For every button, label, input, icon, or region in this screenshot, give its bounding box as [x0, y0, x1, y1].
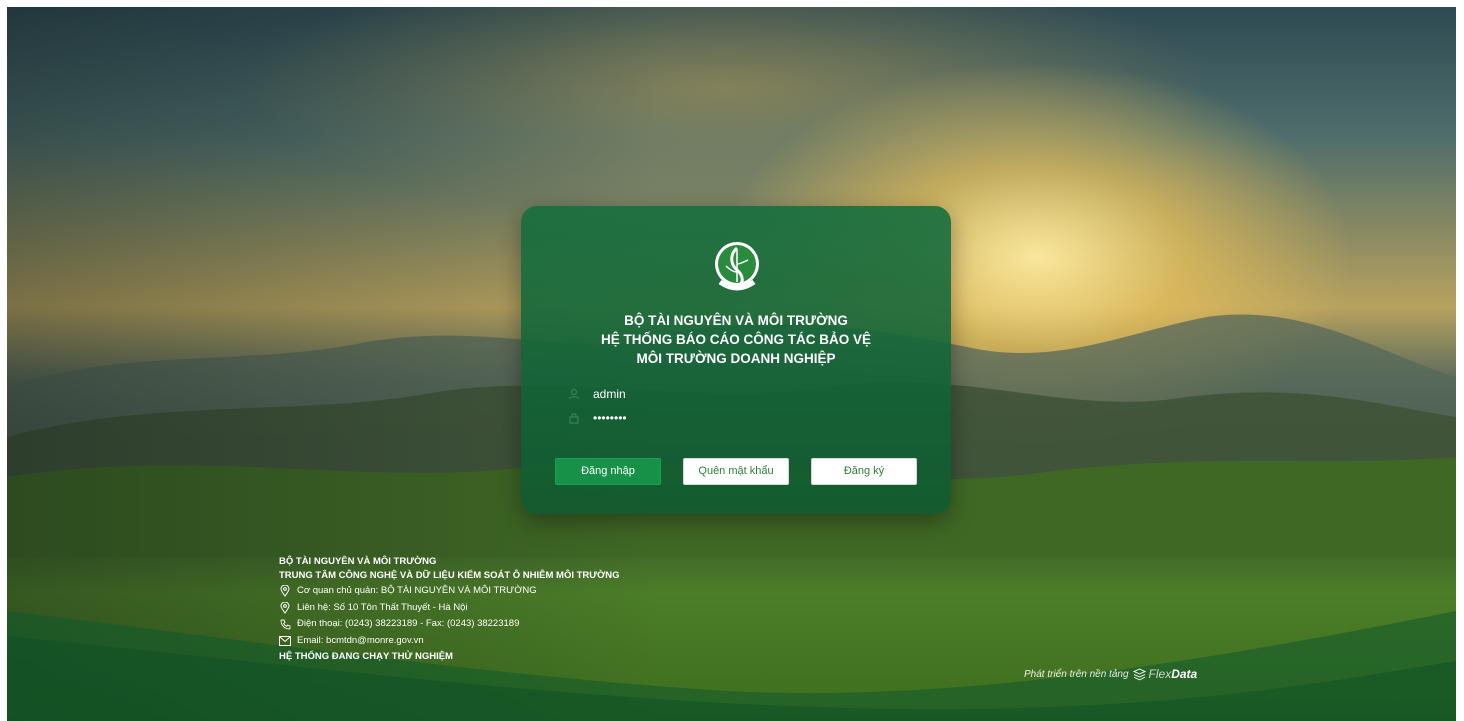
username-field: [565, 384, 905, 404]
title-line-3: MÔI TRƯỜNG DOANH NGHIỆP: [636, 351, 836, 366]
title-line-2: HỆ THỐNG BÁO CÁO CÔNG TÁC BẢO VỆ: [600, 332, 871, 347]
register-button[interactable]: Đăng ký: [811, 458, 917, 485]
footer-agency: Cơ quan chủ quản: BỘ TÀI NGUYÊN VÀ MÔI T…: [297, 585, 537, 596]
brand-name[interactable]: FlexData: [1149, 667, 1198, 681]
system-title: BỘ TÀI NGUYÊN VÀ MÔI TRƯỜNG HỆ THỐNG BÁO…: [521, 311, 951, 368]
location-pin-icon: [279, 585, 291, 598]
login-button[interactable]: Đăng nhập: [555, 458, 661, 485]
footer-email-row: Email: bcmtdn@monre.gov.vn: [279, 633, 620, 650]
forgot-password-button[interactable]: Quên mật khẩu: [683, 458, 789, 485]
username-input[interactable]: [593, 387, 893, 401]
ministry-logo: [715, 242, 759, 291]
powered-by: Phát triển trên nền tảng FlexData: [1024, 667, 1197, 681]
footer-phone: Điện thoại: (0243) 38223189 - Fax: (0243…: [297, 618, 520, 629]
mail-icon: [279, 635, 291, 647]
footer-contact-row: Liên hệ: Số 10 Tôn Thất Thuyết - Hà Nội: [279, 600, 620, 617]
flexdata-logo-icon: [1132, 667, 1146, 681]
footer-contact: Liên hệ: Số 10 Tôn Thất Thuyết - Hà Nội: [297, 601, 468, 613]
brand-bold: Data: [1171, 667, 1198, 681]
footer-phone-row: Điện thoại: (0243) 38223189 - Fax: (0243…: [279, 616, 620, 633]
footer-status: HỆ THỐNG ĐANG CHẠY THỬ NGHIỆM: [279, 651, 453, 662]
footer-email[interactable]: Email: bcmtdn@monre.gov.vn: [297, 633, 424, 650]
footer-info: BỘ TÀI NGUYÊN VÀ MÔI TRƯỜNG TRUNG TÂM CÔ…: [279, 555, 620, 666]
password-field: [565, 408, 905, 428]
footer-agency-row: Cơ quan chủ quản: BỘ TÀI NGUYÊN VÀ MÔI T…: [279, 583, 620, 600]
location-pin-icon: [279, 601, 291, 614]
footer-wave: [7, 611, 1456, 721]
phone-icon: [279, 618, 291, 630]
footer-org: BỘ TÀI NGUYÊN VÀ MÔI TRƯỜNG: [279, 556, 437, 567]
footer-center: TRUNG TÂM CÔNG NGHỆ VÀ DỮ LIỆU KIỂM SOÁT…: [279, 570, 620, 581]
login-card: BỘ TÀI NGUYÊN VÀ MÔI TRƯỜNG HỆ THỐNG BÁO…: [521, 206, 951, 514]
powered-text: Phát triển trên nền tảng: [1024, 668, 1129, 680]
title-line-1: BỘ TÀI NGUYÊN VÀ MÔI TRƯỜNG: [624, 313, 848, 328]
password-input[interactable]: [593, 411, 893, 425]
brand-light: Flex: [1148, 667, 1172, 681]
lock-icon: [565, 409, 583, 427]
user-icon: [565, 385, 583, 403]
